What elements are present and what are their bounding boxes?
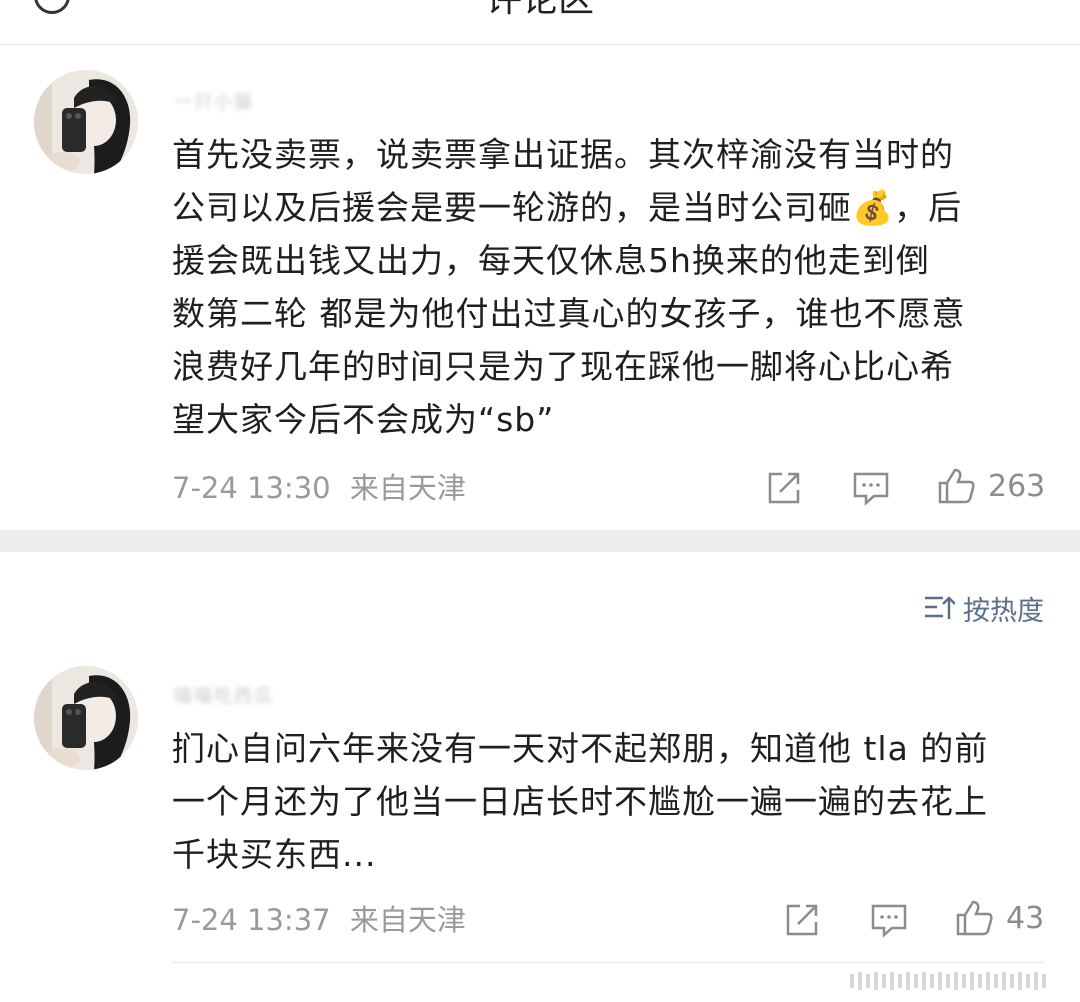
- share-icon: [786, 904, 818, 936]
- comment-location: 来自天津: [349, 903, 466, 937]
- comment-location: 来自天津: [349, 471, 466, 505]
- like-button[interactable]: 43: [954, 898, 1044, 938]
- comment-icon: [853, 472, 889, 506]
- like-count: 43: [1006, 900, 1045, 936]
- header-bar: 评论区: [0, 0, 1080, 45]
- avatar[interactable]: [34, 666, 138, 770]
- like-button[interactable]: 263: [936, 466, 1045, 506]
- comment-meta: 7-24 13:30 来自天津: [172, 470, 466, 506]
- avatar[interactable]: [34, 70, 138, 174]
- comment-text: 首先没卖票，说卖票拿出证据。其次梓渝没有当时的 公司以及后援会是要一轮游的，是当…: [172, 135, 966, 439]
- like-count: 263: [988, 468, 1046, 504]
- avatar-image: [34, 70, 138, 174]
- sort-icon: [925, 596, 955, 619]
- comment-page: 评论区 一只小猫 首先没卖票，说卖票拿出证据。其次梓渝没有当时的 公司以及后援会…: [0, 0, 1080, 1002]
- close-icon[interactable]: [1008, 0, 1048, 10]
- page-title: 评论区: [0, 0, 1080, 22]
- thumbs-up-icon: [956, 900, 993, 936]
- comment-icon: [871, 904, 907, 938]
- reply-button[interactable]: [852, 468, 890, 508]
- thumbs-up-icon: [938, 468, 975, 504]
- share-icon: [768, 472, 800, 504]
- avatar-image: [34, 666, 138, 770]
- comment-text: 扪心自问六年来没有一天对不起郑朋，知道他 tla 的前 一个月还为了他当一日店长…: [172, 729, 989, 874]
- username[interactable]: 一只小猫: [174, 88, 254, 113]
- bottom-divider: [172, 962, 1044, 963]
- sort-toggle[interactable]: 按热度: [923, 590, 1044, 627]
- section-divider: [0, 530, 1080, 552]
- comment-time: 7-24 13:30: [172, 471, 331, 505]
- share-button[interactable]: [766, 468, 802, 508]
- username[interactable]: 喵喵吃西瓜: [174, 682, 274, 707]
- comment-meta: 7-24 13:37 来自天津: [172, 902, 466, 938]
- watermark-icon: [850, 972, 1046, 990]
- share-button[interactable]: [784, 900, 820, 940]
- sort-label: 按热度: [963, 595, 1044, 627]
- comment-time: 7-24 13:37: [172, 903, 331, 937]
- reply-button[interactable]: [870, 900, 908, 940]
